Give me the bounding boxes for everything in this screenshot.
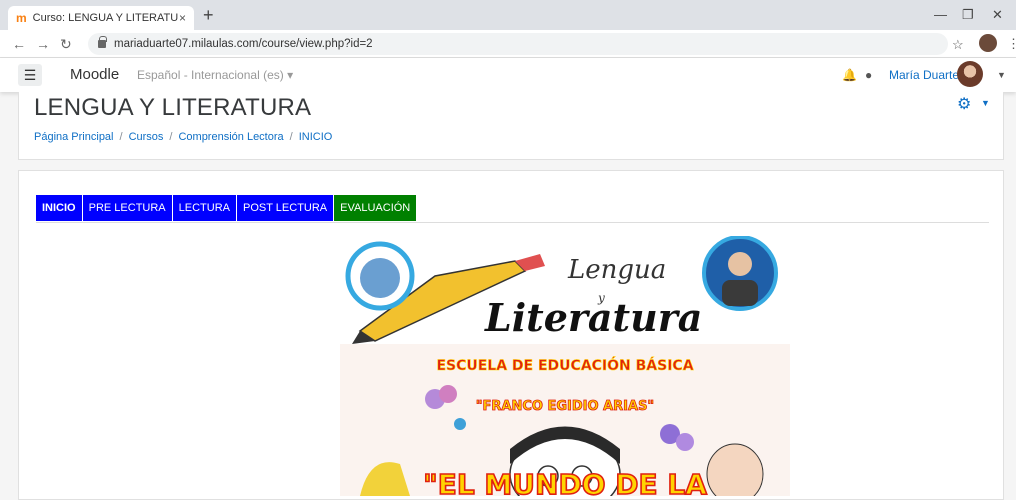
gear-icon[interactable]: ⚙ xyxy=(957,94,971,114)
course-banner-image: Lengua y Literatura ESCUELA DE EDUCACIÓN… xyxy=(340,236,790,496)
address-bar-row: ← → ↻ mariaduarte07.milaulas.com/course/… xyxy=(0,30,1016,58)
reload-icon[interactable]: ↻ xyxy=(60,36,72,53)
close-window-icon[interactable]: ✕ xyxy=(992,7,1003,23)
breadcrumb: Página Principal / Cursos / Comprensión … xyxy=(34,131,332,143)
minimize-icon[interactable]: — xyxy=(934,7,947,22)
page-title: LENGUA Y LITERATURA xyxy=(34,94,312,121)
star-icon[interactable]: ☆ xyxy=(952,37,964,53)
browser-menu-icon[interactable]: ⋮ xyxy=(1007,36,1016,52)
restore-icon[interactable]: ❐ xyxy=(962,7,974,23)
tab-inicio[interactable]: INICIO xyxy=(36,195,82,221)
chat-icon[interactable]: ● xyxy=(865,68,872,82)
language-menu[interactable]: Español - Internacional (es) ▾ xyxy=(137,68,293,82)
avatar[interactable] xyxy=(957,61,983,87)
browser-profile-avatar[interactable] xyxy=(979,34,997,52)
breadcrumb-section[interactable]: INICIO xyxy=(299,131,333,143)
flower-graphic xyxy=(454,418,466,430)
tab-evaluacion[interactable]: EVALUACIÓN xyxy=(334,195,417,221)
butterfly-graphic xyxy=(439,385,457,403)
close-tab-icon[interactable]: × xyxy=(179,11,186,25)
poster-illustration: ESCUELA DE EDUCACIÓN BÁSICA "FRANCO EGID… xyxy=(360,356,764,496)
forward-arrow-icon[interactable]: → xyxy=(36,36,50,52)
portrait-suit xyxy=(722,280,758,306)
right-figure-graphic xyxy=(706,443,764,496)
section-tabs: INICIO PRE LECTURA LECTURA POST LECTURA … xyxy=(36,195,989,223)
school-name-line2: "FRANCO EGIDIO ARIAS" xyxy=(476,399,654,414)
breadcrumb-course[interactable]: Comprensión Lectora xyxy=(178,131,283,143)
moodle-favicon-icon: m xyxy=(16,11,27,25)
chevron-down-icon[interactable]: ▼ xyxy=(981,98,990,108)
browser-tab[interactable]: m Curso: LENGUA Y LITERATURA × xyxy=(8,6,194,30)
course-header: LENGUA Y LITERATURA Página Principal / C… xyxy=(18,92,1004,160)
portrait-face xyxy=(728,252,752,276)
tab-pre-lectura[interactable]: PRE LECTURA xyxy=(82,195,172,221)
breadcrumb-separator: / xyxy=(169,131,173,143)
browser-tab-title: Curso: LENGUA Y LITERATURA xyxy=(32,12,179,24)
user-name[interactable]: María Duarte xyxy=(889,68,959,82)
bell-icon[interactable]: 🔔 xyxy=(842,68,857,82)
breadcrumb-courses[interactable]: Cursos xyxy=(129,131,164,143)
breadcrumb-separator: / xyxy=(289,131,293,143)
tab-lectura[interactable]: LECTURA xyxy=(172,195,236,221)
new-tab-button[interactable]: + xyxy=(203,6,214,24)
address-input[interactable]: mariaduarte07.milaulas.com/course/view.p… xyxy=(88,33,948,55)
breadcrumb-home[interactable]: Página Principal xyxy=(34,131,114,143)
poster-illustration-area: ESCUELA DE EDUCACIÓN BÁSICA "FRANCO EGID… xyxy=(340,344,790,496)
logo-script-text: Lengua xyxy=(567,255,666,285)
chevron-down-icon[interactable]: ▼ xyxy=(997,70,1006,80)
breadcrumb-separator: / xyxy=(119,131,123,143)
back-arrow-icon[interactable]: ← xyxy=(12,36,26,52)
poster-logo-area: Lengua y Literatura xyxy=(340,236,790,344)
logo-main-text: Literatura xyxy=(484,295,702,340)
poster-headline: "EL MUNDO DE LA xyxy=(423,468,707,496)
tab-post-lectura[interactable]: POST LECTURA xyxy=(237,195,334,221)
url-text: mariaduarte07.milaulas.com/course/view.p… xyxy=(114,38,373,50)
flower-graphic xyxy=(676,433,694,451)
left-figure-graphic xyxy=(360,462,410,496)
school-emblem-center xyxy=(360,258,400,298)
lock-icon xyxy=(98,36,107,48)
school-name-line1: ESCUELA DE EDUCACIÓN BÁSICA xyxy=(436,356,693,374)
menu-icon[interactable]: ☰ xyxy=(18,64,42,86)
browser-tab-strip: m Curso: LENGUA Y LITERATURA × + — ❐ ✕ xyxy=(0,0,1016,30)
poster-logo-graphic: Lengua y Literatura xyxy=(345,236,778,344)
moodle-brand[interactable]: Moodle xyxy=(70,66,119,83)
moodle-navbar: ☰ Moodle Español - Internacional (es) ▾ … xyxy=(0,58,1016,92)
